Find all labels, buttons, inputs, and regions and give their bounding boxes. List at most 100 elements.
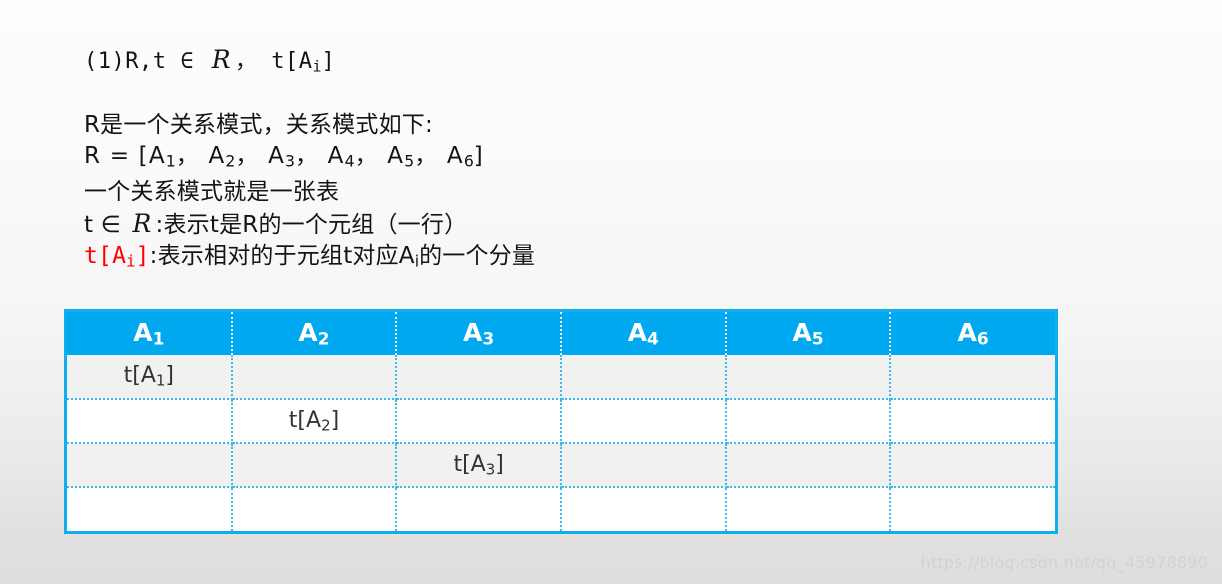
table-cell-r4c6 xyxy=(890,487,1055,531)
component-text-b: 的一个分量 xyxy=(419,242,536,269)
header-subscript: 5 xyxy=(811,329,824,350)
header-label: A xyxy=(627,317,648,347)
header-subscript: 2 xyxy=(317,329,330,350)
cell-value: t[A1] xyxy=(124,363,174,389)
table-cell-r2c4 xyxy=(560,399,727,444)
table-cell-r3c2 xyxy=(231,443,398,488)
desc-line-2-schema: R = [A1， A2， A3， A4， A5， A6] xyxy=(84,141,1144,176)
relation-table: A1 A2 A3 A4 A5 A6 t[A1] t[A2] t[A3] xyxy=(67,312,1055,531)
table-cell-r3c5 xyxy=(725,443,892,488)
cell-value-tail: ] xyxy=(165,363,175,389)
table-cell-r2c6 xyxy=(890,399,1055,444)
schema-separator: ， A xyxy=(354,143,405,170)
component-notation-red: t[Ai] xyxy=(84,242,150,271)
tuple-prefix: t ∈ xyxy=(84,211,129,238)
table-cell-r1c1: t[A1] xyxy=(67,355,233,400)
table-cell-r1c2 xyxy=(231,355,398,400)
math-r-symbol-2: R xyxy=(132,208,152,238)
slide-canvas: (1)R,t ∈ R， t[Ai] R是一个关系模式，关系模式如下: R = [… xyxy=(0,0,1222,584)
desc-line-4-tuple: t ∈ R:表示t是R的一个元组（一行） xyxy=(84,208,1144,241)
table-header-cell-a3: A3 xyxy=(396,312,562,355)
cell-value-subscript: 2 xyxy=(321,416,331,435)
table-cell-r1c6 xyxy=(890,355,1055,400)
header-subscript: 4 xyxy=(647,329,659,350)
schema-attribute-index: 4 xyxy=(344,151,355,171)
schema-separator: ， A xyxy=(235,143,286,170)
table-row xyxy=(67,487,1055,531)
cell-value: t[A3] xyxy=(453,452,503,478)
heading-suffix: ， t[A xyxy=(235,49,313,74)
table-cell-r2c3 xyxy=(396,399,562,444)
schema-separator: ， A xyxy=(175,143,226,170)
table-cell-r3c1 xyxy=(67,443,233,488)
header-label: A xyxy=(133,317,153,347)
cell-value-base: t[A xyxy=(288,407,322,433)
header-label: A xyxy=(792,317,812,347)
cell-value-subscript: 1 xyxy=(155,371,166,390)
schema-separator: ， A xyxy=(414,143,464,170)
header-label: A xyxy=(463,317,483,347)
table-header-cell-a2: A2 xyxy=(231,312,398,355)
table-cell-r1c3 xyxy=(396,355,562,400)
component-text-a: :表示相对的于元组t对应A xyxy=(149,242,415,269)
watermark-text: https://blog.csdn.net/qq_45978890 xyxy=(920,553,1208,572)
schema-separator: ， A xyxy=(294,143,345,170)
table-cell-r1c5 xyxy=(725,355,892,400)
schema-attribute-index: 2 xyxy=(225,151,236,171)
table-cell-r2c2: t[A2] xyxy=(231,399,398,444)
header-label: A xyxy=(298,317,318,347)
table-cell-r3c3: t[A3] xyxy=(396,443,562,488)
header-subscript: 1 xyxy=(152,329,165,350)
component-red-prefix: t[A xyxy=(84,242,127,269)
header-subscript: 3 xyxy=(482,329,495,350)
table-header-row: A1 A2 A3 A4 A5 A6 xyxy=(67,312,1055,355)
table-header-cell-a4: A4 xyxy=(560,312,727,355)
table-cell-r3c4 xyxy=(560,443,727,488)
relation-table-container: A1 A2 A3 A4 A5 A6 t[A1] t[A2] t[A3] xyxy=(64,309,1058,534)
table-row: t[A1] xyxy=(67,355,1055,400)
schema-attribute-index: 6 xyxy=(463,151,474,171)
desc-line-3: 一个关系模式就是一张表 xyxy=(84,178,340,205)
table-cell-r1c4 xyxy=(560,355,727,400)
schema-prefix: R = [A xyxy=(84,143,166,170)
math-r-symbol: R xyxy=(211,45,232,74)
table-header-cell-a5: A5 xyxy=(725,312,892,355)
heading-line: (1)R,t ∈ R， t[Ai] xyxy=(84,44,1144,82)
component-red-subscript: i xyxy=(126,251,136,271)
desc-line-5-component: t[Ai]:表示相对的于元组t对应A i 的一个分量 xyxy=(84,241,1144,276)
table-body: t[A1] t[A2] t[A3] xyxy=(67,355,1055,531)
header-label: A xyxy=(957,317,977,347)
schema-attribute-list: 1， A2， A3， A4， A5， A6 xyxy=(165,143,474,171)
component-red-suffix: ] xyxy=(135,242,150,269)
table-cell-r2c5 xyxy=(725,399,892,444)
table-cell-r4c4 xyxy=(560,487,727,531)
heading-prefix: (1)R,t ∈ xyxy=(84,49,208,74)
cell-value-base: t[A xyxy=(453,451,486,477)
schema-attribute-index: 5 xyxy=(404,151,415,171)
schema-attribute-index: 1 xyxy=(165,151,176,171)
heading-subscript: i xyxy=(312,57,322,76)
heading-tail: ] xyxy=(321,49,336,74)
table-cell-r4c3 xyxy=(396,487,562,531)
cell-value: t[A2] xyxy=(289,408,339,434)
cell-value-tail: ] xyxy=(330,407,340,433)
table-header-cell-a6: A6 xyxy=(890,312,1055,355)
schema-suffix: ] xyxy=(473,143,484,170)
cell-value-subscript: 3 xyxy=(485,460,496,479)
table-row: t[A2] xyxy=(67,399,1055,444)
header-subscript: 6 xyxy=(976,329,989,350)
cell-value-base: t[A xyxy=(123,363,156,389)
table-row: t[A3] xyxy=(67,443,1055,488)
desc-line-1: R是一个关系模式，关系模式如下: xyxy=(84,112,433,139)
table-cell-r4c1 xyxy=(67,487,233,531)
table-cell-r4c2 xyxy=(231,487,398,531)
table-header: A1 A2 A3 A4 A5 A6 xyxy=(67,312,1055,355)
table-cell-r2c1 xyxy=(67,399,233,444)
schema-attribute-index: 3 xyxy=(285,151,295,171)
table-cell-r4c5 xyxy=(725,487,892,531)
text-content-block: (1)R,t ∈ R， t[Ai] R是一个关系模式，关系模式如下: R = [… xyxy=(84,44,1144,276)
tuple-suffix: :表示t是R的一个元组（一行） xyxy=(155,211,468,238)
description-paragraph: R是一个关系模式，关系模式如下: R = [A1， A2， A3， A4， A5… xyxy=(84,110,1144,276)
table-cell-r3c6 xyxy=(890,443,1055,488)
table-header-cell-a1: A1 xyxy=(67,312,233,355)
